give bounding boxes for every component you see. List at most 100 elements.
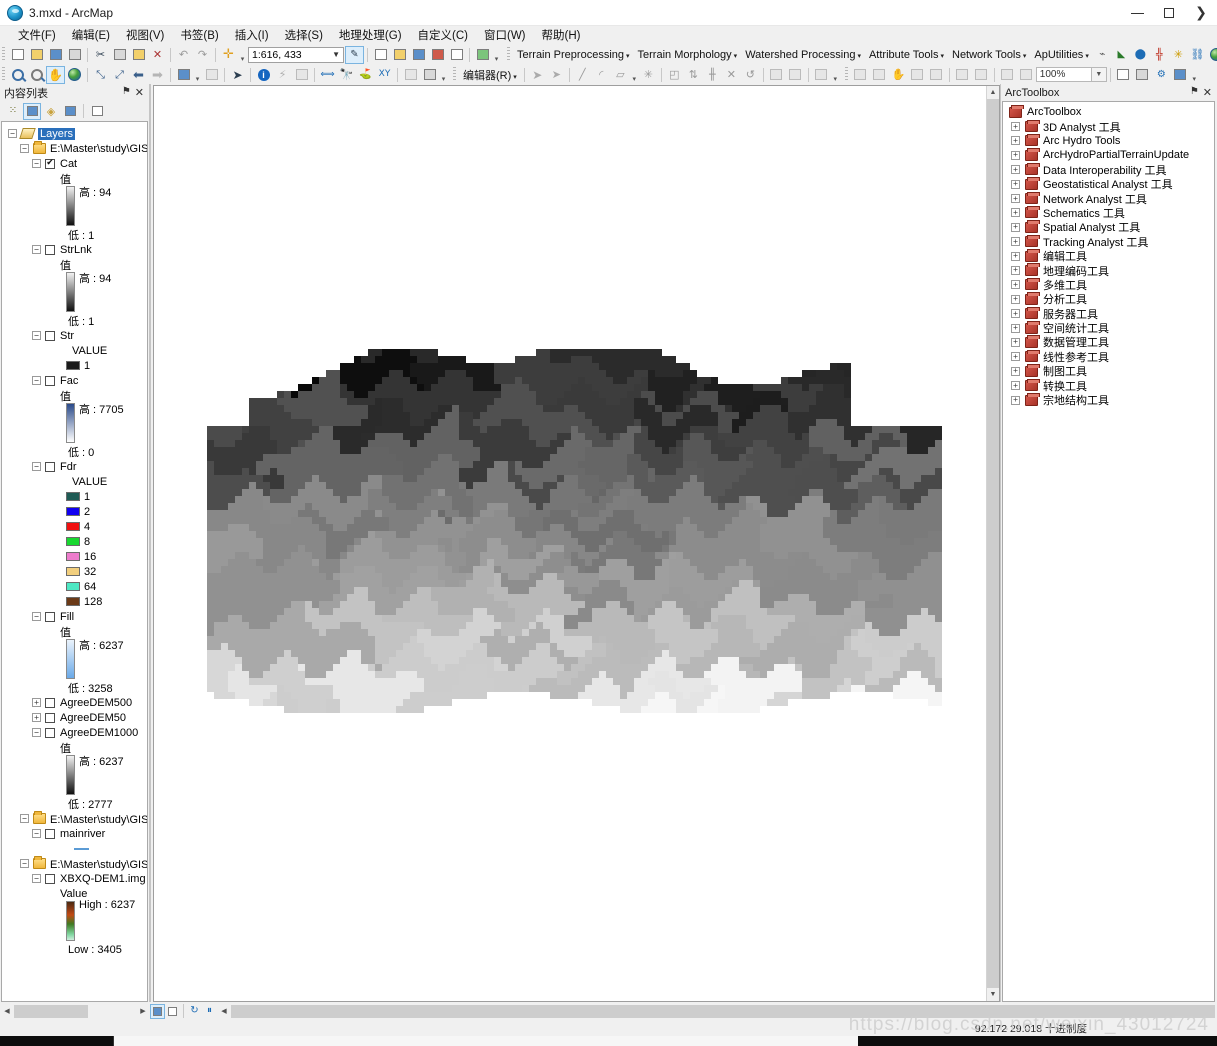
expander-icon[interactable]: + bbox=[1011, 323, 1020, 333]
focus-data-frame-icon[interactable] bbox=[1133, 66, 1152, 84]
menu-selection[interactable]: 选择(S) bbox=[277, 26, 331, 44]
maximize-button[interactable] bbox=[1153, 0, 1185, 26]
menu-aputilities[interactable]: ApUtilities ▾ bbox=[1030, 49, 1092, 61]
menu-terrain-morphology[interactable]: Terrain Morphology ▾ bbox=[634, 49, 742, 61]
layer-visibility-checkbox[interactable] bbox=[45, 244, 55, 255]
toc-close-icon[interactable]: ✕ bbox=[135, 86, 144, 99]
toolbox-geocoding[interactable]: + 地理编码工具 bbox=[1003, 263, 1214, 278]
menu-terrain-preprocessing[interactable]: Terrain Preprocessing ▾ bbox=[513, 49, 634, 61]
toc-legend-high-xbxq[interactable]: High : 6237 bbox=[2, 899, 147, 941]
toc-tree[interactable]: −Layers−E:\Master\study\GIS\La−✔Cat值高 : … bbox=[1, 121, 148, 1002]
map-canvas[interactable]: ▲ ▼ bbox=[153, 85, 1000, 1002]
toc-legend-header-str[interactable]: VALUE bbox=[2, 343, 147, 358]
menu-window[interactable]: 窗口(W) bbox=[476, 26, 534, 44]
layer-visibility-checkbox[interactable] bbox=[45, 611, 55, 622]
toc-legend-swatch-fdr-64[interactable]: 64 bbox=[2, 579, 147, 594]
add-data-icon[interactable]: ✛ bbox=[219, 46, 238, 64]
identify-icon[interactable]: i bbox=[254, 66, 273, 84]
go-forward-extent-icon[interactable]: ➡ bbox=[148, 66, 167, 84]
html-popup-icon[interactable] bbox=[292, 66, 311, 84]
cut-icon[interactable]: ✂ bbox=[91, 46, 110, 64]
toc-legend-swatch-fdr-2[interactable]: 2 bbox=[2, 504, 147, 519]
pause-drawing-button[interactable]: ⏸ bbox=[202, 1004, 217, 1019]
toc-legend-header-strlnk[interactable]: 值 bbox=[2, 257, 147, 272]
time-slider-icon[interactable] bbox=[401, 66, 420, 84]
clear-selection-icon[interactable] bbox=[202, 66, 221, 84]
reshape-feature-icon[interactable]: ⇅ bbox=[684, 66, 703, 84]
layout-go-back-icon[interactable] bbox=[998, 66, 1017, 84]
print-icon[interactable] bbox=[65, 46, 84, 64]
arc-segment-icon[interactable]: ◜ bbox=[592, 66, 611, 84]
menu-bookmarks[interactable]: 书签(B) bbox=[172, 26, 226, 44]
trace-dropdown-icon[interactable]: ▾ bbox=[630, 67, 639, 83]
assign-river-icon[interactable]: ⬤ bbox=[1131, 46, 1150, 64]
expander-icon[interactable]: + bbox=[1011, 122, 1020, 132]
toc-legend-line-mainriver[interactable] bbox=[2, 841, 147, 856]
expander-icon[interactable]: + bbox=[1011, 150, 1020, 160]
toc-legend-low-agreedem1000[interactable]: 低 : 2777 bbox=[2, 796, 147, 811]
expander-icon[interactable]: + bbox=[1011, 179, 1020, 189]
toc-layer-strlnk[interactable]: − StrLnk bbox=[2, 242, 147, 257]
toc-legend-swatch-fdr-8[interactable]: 8 bbox=[2, 534, 147, 549]
toc-group-gis-la[interactable]: − E:\Master\study\GIS\La bbox=[2, 141, 147, 156]
expander-icon[interactable]: + bbox=[1011, 309, 1020, 319]
data-driven-pages-icon[interactable] bbox=[1171, 66, 1190, 84]
toc-legend-high-fac[interactable]: 高 : 7705 bbox=[2, 403, 147, 443]
toggle-draft-mode-icon[interactable] bbox=[1114, 66, 1133, 84]
toc-group-gis-jie-2[interactable]: − E:\Master\study\GIS\结 bbox=[2, 856, 147, 871]
paste-icon[interactable] bbox=[129, 46, 148, 64]
toc-legend-high-agreedem1000[interactable]: 高 : 6237 bbox=[2, 755, 147, 795]
attributes-icon[interactable] bbox=[767, 66, 786, 84]
list-by-source-icon[interactable] bbox=[23, 102, 41, 120]
expander-icon[interactable]: − bbox=[32, 829, 41, 838]
menu-watershed-processing[interactable]: Watershed Processing ▾ bbox=[741, 49, 865, 61]
menu-edit[interactable]: 编辑(E) bbox=[64, 26, 118, 44]
create-viewer-icon[interactable] bbox=[420, 66, 439, 84]
rotate-tool-icon[interactable]: ✕ bbox=[722, 66, 741, 84]
scroll-down-icon[interactable]: ▼ bbox=[987, 988, 999, 1001]
toc-legend-header-cat[interactable]: 值 bbox=[2, 171, 147, 186]
layout-zoom-out-icon[interactable] bbox=[870, 66, 889, 84]
toc-layer-agreedem500[interactable]: + AgreeDEM500 bbox=[2, 695, 147, 710]
menu-insert[interactable]: 插入(I) bbox=[227, 26, 277, 44]
edit-tool-icon[interactable]: ➤ bbox=[528, 66, 547, 84]
expander-icon[interactable]: + bbox=[1011, 194, 1020, 204]
toc-scroll-left-icon[interactable]: ◀ bbox=[0, 1005, 14, 1018]
toolbox-3d-analyst[interactable]: +3D Analyst 工具 bbox=[1003, 119, 1214, 134]
model-builder-icon[interactable] bbox=[473, 46, 492, 64]
toc-options-icon[interactable] bbox=[88, 103, 106, 120]
map-vertical-scrollbar[interactable]: ▲ ▼ bbox=[986, 86, 999, 1001]
toc-layer-cat[interactable]: − ✔ Cat bbox=[2, 156, 147, 171]
layer-visibility-checkbox[interactable] bbox=[45, 727, 55, 738]
full-extent-icon[interactable] bbox=[65, 66, 84, 84]
expander-icon[interactable]: + bbox=[32, 713, 41, 722]
expander-icon[interactable]: − bbox=[32, 874, 41, 883]
menu-geoprocessing[interactable]: 地理处理(G) bbox=[331, 26, 410, 44]
toolbox-network-analyst[interactable]: + Network Analyst 工具 bbox=[1003, 191, 1214, 206]
midpoint-icon[interactable]: ✳ bbox=[639, 66, 658, 84]
toc-legend-high-cat[interactable]: 高 : 94 bbox=[2, 186, 147, 226]
layout-pan-icon[interactable]: ✋ bbox=[889, 66, 908, 84]
straight-segment-icon[interactable]: ╱ bbox=[573, 66, 592, 84]
map-scale-combobox[interactable]: 1:616, 433 ▼ bbox=[248, 46, 344, 63]
layout-zoom-in-icon[interactable] bbox=[851, 66, 870, 84]
layer-visibility-checkbox[interactable] bbox=[45, 828, 55, 839]
expander-icon[interactable]: − bbox=[32, 159, 41, 168]
toc-legend-low-cat[interactable]: 低 : 1 bbox=[2, 227, 147, 242]
find-icon[interactable]: 🔭 bbox=[337, 66, 356, 84]
toolbox-schematics[interactable]: + Schematics 工具 bbox=[1003, 205, 1214, 220]
toc-legend-swatch-fdr-16[interactable]: 16 bbox=[2, 549, 147, 564]
toc-layer-agreedem1000[interactable]: − AgreeDEM1000 bbox=[2, 725, 147, 740]
toc-legend-header-fdr[interactable]: VALUE bbox=[2, 474, 147, 489]
toolbox-geostatistical-analyst[interactable]: + Geostatistical Analyst 工具 bbox=[1003, 177, 1214, 191]
layout-go-forward-icon[interactable] bbox=[1017, 66, 1036, 84]
expander-icon[interactable]: − bbox=[20, 144, 29, 153]
redo-icon[interactable]: ↷ bbox=[193, 46, 212, 64]
find-route-icon[interactable]: ⛳ bbox=[356, 66, 375, 84]
toolbox-archydro-partial-terrain-update[interactable]: + ArcHydroPartialTerrainUpdate bbox=[1003, 148, 1214, 162]
fixed-zoom-in-icon[interactable]: ⤡ bbox=[91, 66, 110, 84]
toolbox-analysis[interactable]: + 分析工具 bbox=[1003, 292, 1214, 306]
add-data-dropdown-icon[interactable]: ▾ bbox=[238, 47, 247, 63]
edit-vertices-icon[interactable]: ◰ bbox=[665, 66, 684, 84]
layer-visibility-checkbox[interactable] bbox=[45, 375, 55, 386]
